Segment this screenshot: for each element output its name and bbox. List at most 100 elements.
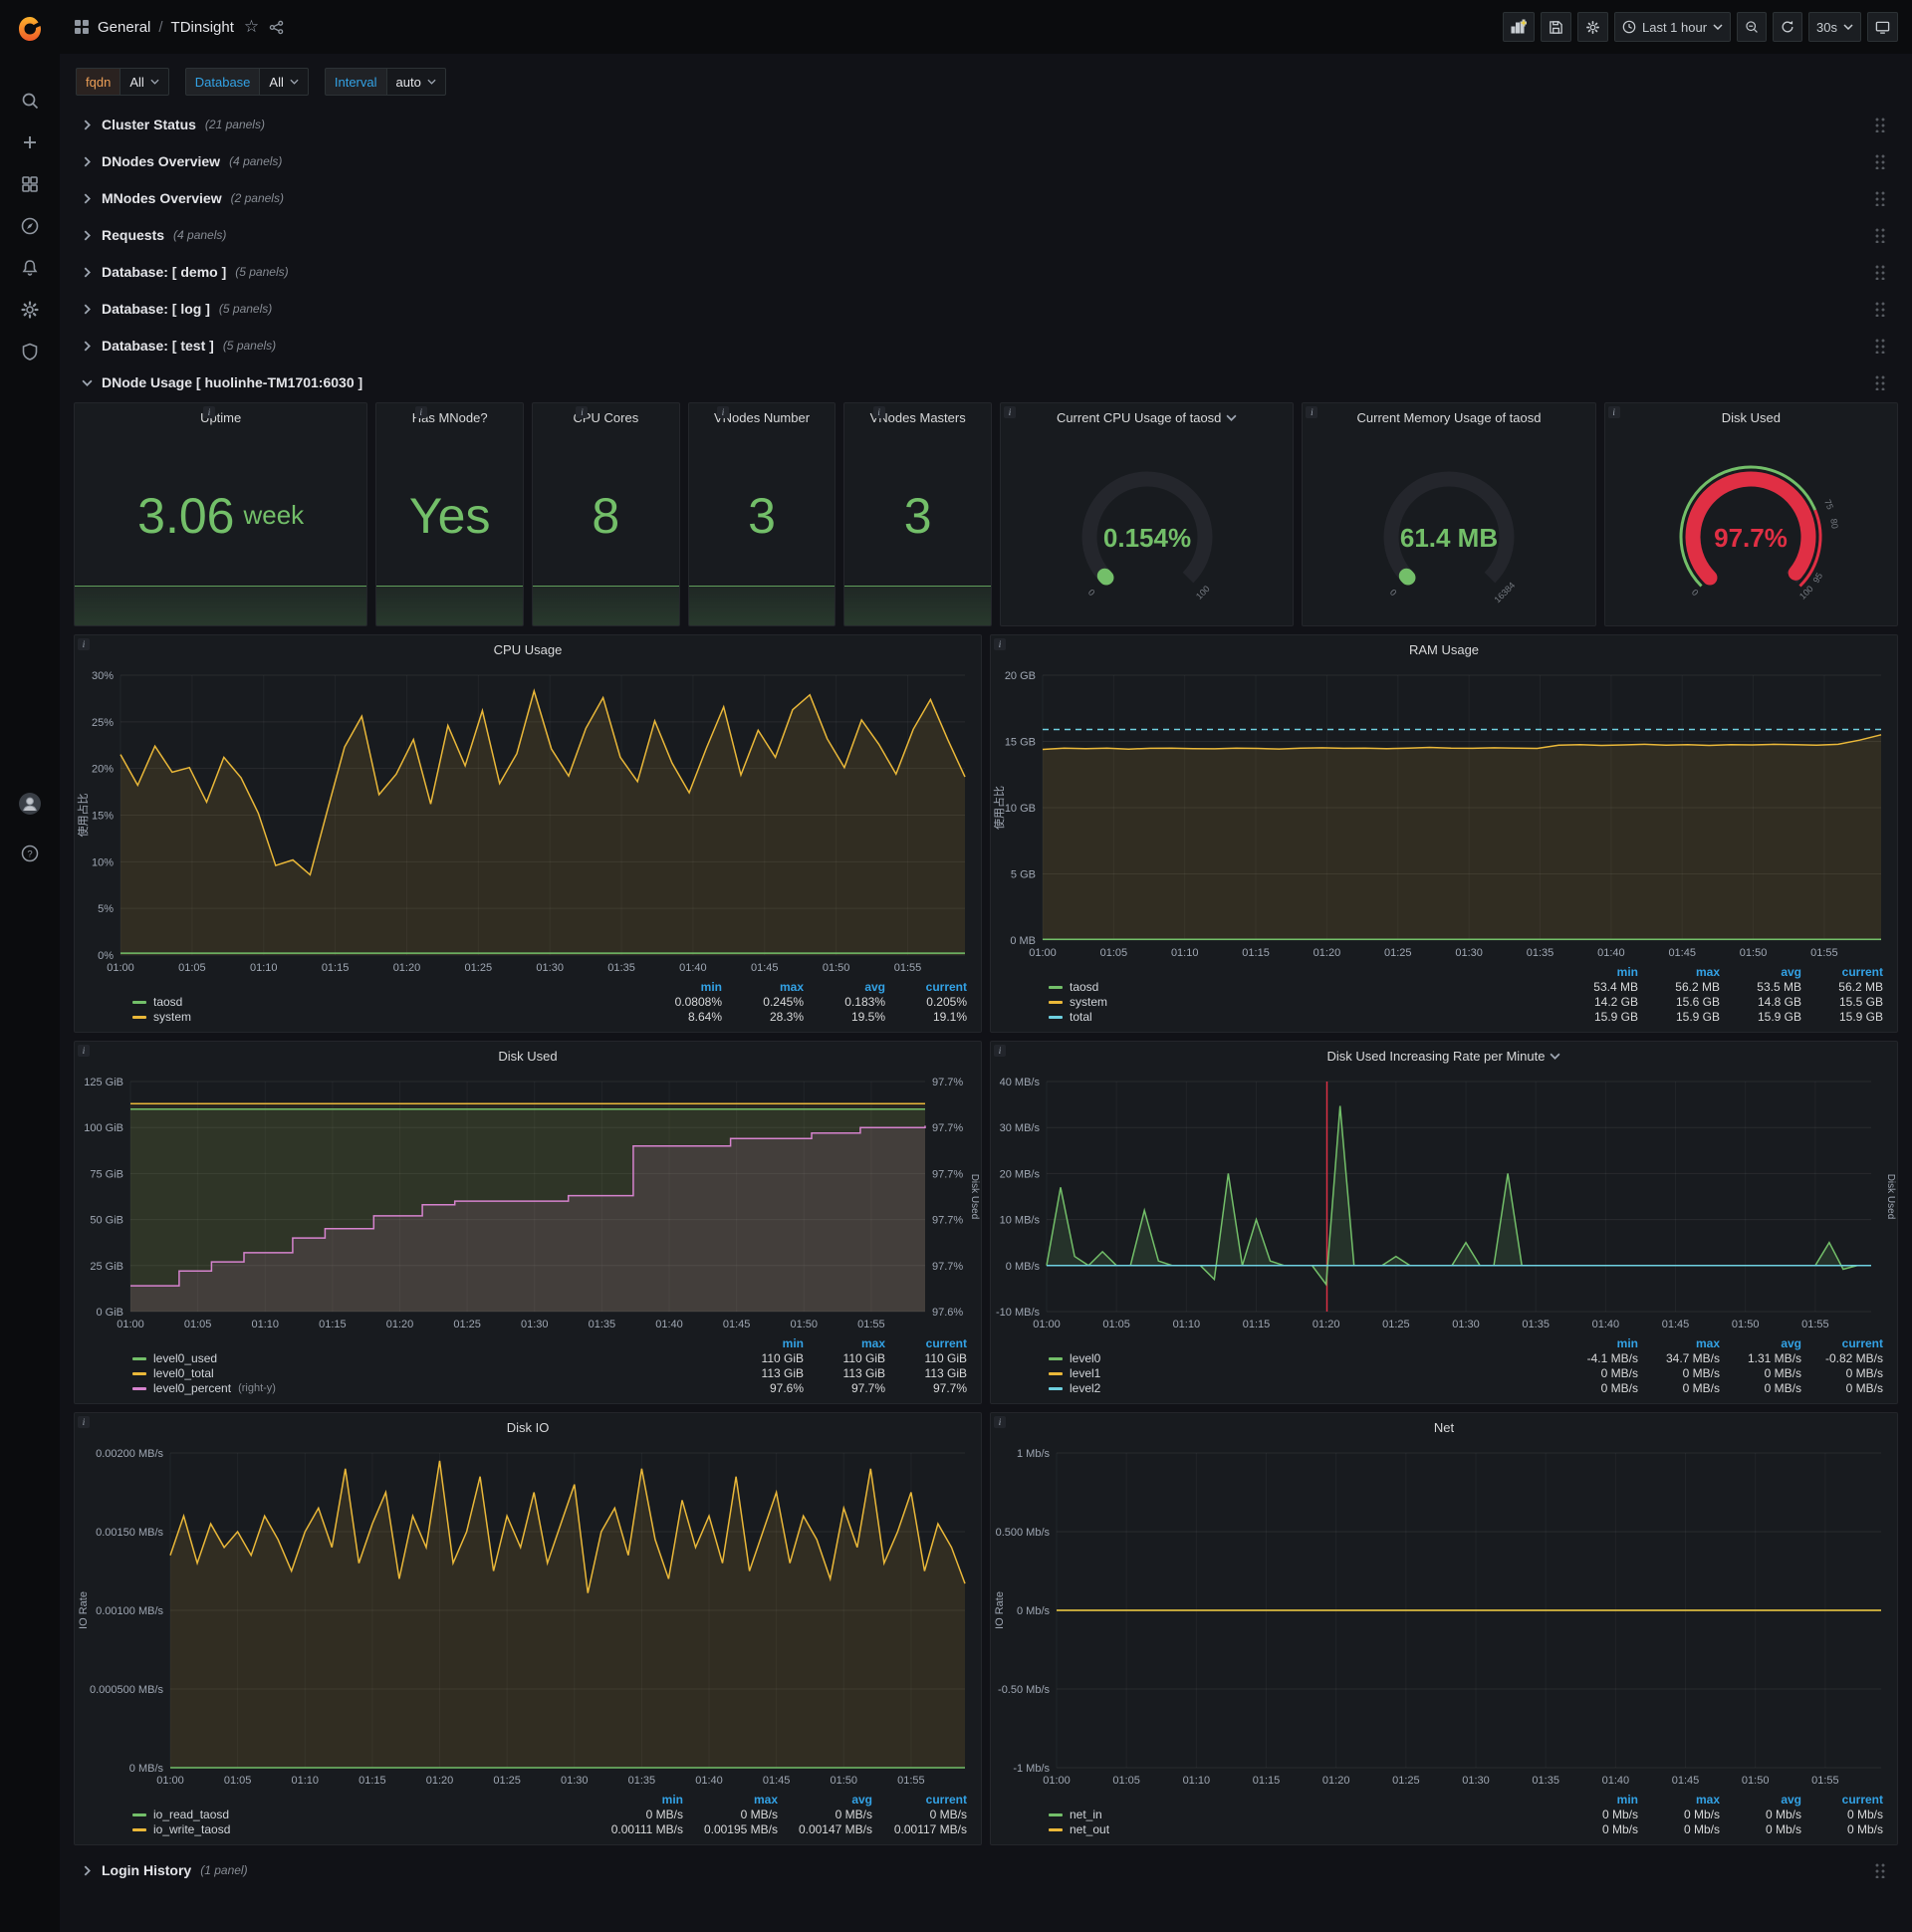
- panel-title-vnodes-masters[interactable]: i VNodes Masters: [870, 403, 966, 431]
- panel-title-uptime[interactable]: i Uptime: [200, 403, 241, 431]
- legend-col-min[interactable]: min: [640, 980, 722, 994]
- time-range-picker[interactable]: Last 1 hour: [1613, 12, 1732, 42]
- row-requests[interactable]: Requests (4 panels): [74, 218, 1898, 252]
- legend-col-avg[interactable]: avg: [1720, 1336, 1801, 1350]
- row-dnodes-overview[interactable]: DNodes Overview (4 panels): [74, 144, 1898, 178]
- panel-info-icon[interactable]: i: [994, 638, 1006, 650]
- legend-series-system[interactable]: system: [1049, 995, 1556, 1009]
- row-drag-handle[interactable]: [1874, 153, 1886, 169]
- variable-value-interval[interactable]: auto: [385, 68, 446, 96]
- legend-col-min[interactable]: min: [1556, 1336, 1638, 1350]
- legend-col-max[interactable]: max: [1638, 1793, 1720, 1807]
- help-icon[interactable]: ?: [11, 835, 49, 872]
- row-drag-handle[interactable]: [1874, 374, 1886, 390]
- legend-series-level0-percent[interactable]: level0_percent (right-y): [132, 1381, 722, 1395]
- panel-info-icon[interactable]: i: [78, 638, 90, 650]
- legend-col-min[interactable]: min: [722, 1336, 804, 1350]
- row-drag-handle[interactable]: [1874, 301, 1886, 317]
- apps-grid-icon[interactable]: [74, 19, 90, 35]
- legend-series-level0[interactable]: level0: [1049, 1351, 1556, 1365]
- chart-canvas-cpu-usage[interactable]: 01:00 01:05 01:10 01:15 01:20 01:25 01:30 01:35…: [75, 663, 981, 977]
- gauge[interactable]: 0 100 0.154%: [1001, 431, 1293, 625]
- panel-info-icon[interactable]: i: [1607, 406, 1620, 418]
- legend-col-current[interactable]: current: [1801, 1793, 1883, 1807]
- panel-title-disk-used-increasing-rate-per-minute[interactable]: i Disk Used Increasing Rate per Minute: [991, 1042, 1897, 1070]
- row-database-test[interactable]: Database: [ test ] (5 panels): [74, 329, 1898, 362]
- panel-title-disk-used[interactable]: i Disk Used: [1605, 403, 1897, 431]
- legend-series-taosd[interactable]: taosd: [1049, 980, 1556, 994]
- panel-info-icon[interactable]: i: [872, 406, 885, 418]
- chart-canvas-ram-usage[interactable]: 01:00 01:05 01:10 01:15 01:20 01:25 01:30 01:35…: [991, 663, 1897, 962]
- gauge[interactable]: 0 75 80 95 100 97.7%: [1605, 431, 1897, 625]
- row-drag-handle[interactable]: [1874, 264, 1886, 280]
- legend-col-current[interactable]: current: [872, 1793, 967, 1807]
- row-dnode-usage[interactable]: DNode Usage [ huolinhe-TM1701:6030 ]: [74, 365, 1898, 399]
- legend-col-max[interactable]: max: [683, 1793, 778, 1807]
- legend-series-net-in[interactable]: net_in: [1049, 1808, 1556, 1821]
- row-drag-handle[interactable]: [1874, 117, 1886, 132]
- legend-series-level0-total[interactable]: level0_total: [132, 1366, 722, 1380]
- legend-col-min[interactable]: min: [1556, 1793, 1638, 1807]
- panel-title-vnodes-number[interactable]: i VNodes Number: [714, 403, 810, 431]
- panel-info-icon[interactable]: i: [203, 406, 216, 418]
- add-panel-button[interactable]: [1502, 12, 1535, 42]
- star-dashboard-button[interactable]: ☆: [242, 17, 261, 37]
- cycle-view-mode-button[interactable]: [1867, 12, 1898, 42]
- panel-title-ram-usage[interactable]: i RAM Usage: [991, 635, 1897, 663]
- row-drag-handle[interactable]: [1874, 190, 1886, 206]
- legend-series-level2[interactable]: level2: [1049, 1381, 1556, 1395]
- dashboards-icon[interactable]: [11, 165, 49, 203]
- row-database-demo[interactable]: Database: [ demo ] (5 panels): [74, 255, 1898, 289]
- zoom-out-time-button[interactable]: [1737, 12, 1768, 42]
- legend-col-min[interactable]: min: [1556, 965, 1638, 979]
- panel-title-disk-used[interactable]: i Disk Used: [75, 1042, 981, 1070]
- search-icon[interactable]: [11, 82, 49, 120]
- legend-col-avg[interactable]: avg: [1720, 965, 1801, 979]
- legend-series-net-out[interactable]: net_out: [1049, 1822, 1556, 1836]
- breadcrumb-title[interactable]: TDinsight: [171, 19, 234, 36]
- legend-col-current[interactable]: current: [1801, 965, 1883, 979]
- panel-title-cpu-cores[interactable]: i CPU Cores: [573, 403, 638, 431]
- legend-col-avg[interactable]: avg: [804, 980, 885, 994]
- row-drag-handle[interactable]: [1874, 1862, 1886, 1878]
- legend-col-current[interactable]: current: [885, 1336, 967, 1350]
- row-database-log[interactable]: Database: [ log ] (5 panels): [74, 292, 1898, 326]
- legend-series-level1[interactable]: level1: [1049, 1366, 1556, 1380]
- panel-info-icon[interactable]: i: [1004, 406, 1017, 418]
- dashboard-settings-button[interactable]: [1576, 12, 1608, 42]
- variable-value-fqdn[interactable]: All: [120, 68, 169, 96]
- server-admin-shield-icon[interactable]: [11, 333, 49, 370]
- row-drag-handle[interactable]: [1874, 338, 1886, 354]
- panel-info-icon[interactable]: i: [78, 1416, 90, 1428]
- legend-col-avg[interactable]: avg: [778, 1793, 872, 1807]
- panel-title-net[interactable]: i Net: [991, 1413, 1897, 1441]
- panel-title-current-cpu-usage-of-taosd[interactable]: i Current CPU Usage of taosd: [1001, 403, 1293, 431]
- refresh-interval-picker[interactable]: 30s: [1808, 12, 1861, 42]
- panel-title-cpu-usage[interactable]: i CPU Usage: [75, 635, 981, 663]
- panel-info-icon[interactable]: i: [994, 1416, 1006, 1428]
- legend-col-max[interactable]: max: [722, 980, 804, 994]
- panel-info-icon[interactable]: i: [78, 1045, 90, 1057]
- refresh-button[interactable]: [1773, 12, 1803, 42]
- panel-title-disk-io[interactable]: i Disk IO: [75, 1413, 981, 1441]
- share-dashboard-icon[interactable]: [269, 20, 284, 35]
- chart-canvas-net[interactable]: 01:00 01:05 01:10 01:15 01:20 01:25 01:30 01:35…: [991, 1441, 1897, 1790]
- legend-series-level0-used[interactable]: level0_used: [132, 1351, 722, 1365]
- configuration-gear-icon[interactable]: [11, 291, 49, 329]
- panel-title-current-memory-usage-of-taosd[interactable]: i Current Memory Usage of taosd: [1303, 403, 1594, 431]
- chart-canvas-disk-used-increasing-rate-per-minute[interactable]: 01:00 01:05 01:10 01:15 01:20 01:25 01:30 01:35…: [991, 1070, 1897, 1333]
- legend-col-current[interactable]: current: [885, 980, 967, 994]
- row-drag-handle[interactable]: [1874, 227, 1886, 243]
- row-login-history[interactable]: Login History (1 panel): [74, 1853, 1898, 1887]
- legend-series-io-read-taosd[interactable]: io_read_taosd: [132, 1808, 589, 1821]
- panel-info-icon[interactable]: i: [414, 406, 427, 418]
- gauge[interactable]: 0 16384 61.4 MB: [1303, 431, 1594, 625]
- row-cluster-status[interactable]: Cluster Status (21 panels): [74, 108, 1898, 141]
- breadcrumb-section[interactable]: General: [98, 19, 150, 36]
- create-plus-icon[interactable]: [11, 123, 49, 161]
- legend-series-total[interactable]: total: [1049, 1010, 1556, 1024]
- alerting-bell-icon[interactable]: [11, 249, 49, 287]
- chart-canvas-disk-used[interactable]: 01:00 01:05 01:10 01:15 01:20 01:25 01:30 01:35…: [75, 1070, 981, 1333]
- variable-value-database[interactable]: All: [259, 68, 309, 96]
- panel-info-icon[interactable]: i: [1306, 406, 1318, 418]
